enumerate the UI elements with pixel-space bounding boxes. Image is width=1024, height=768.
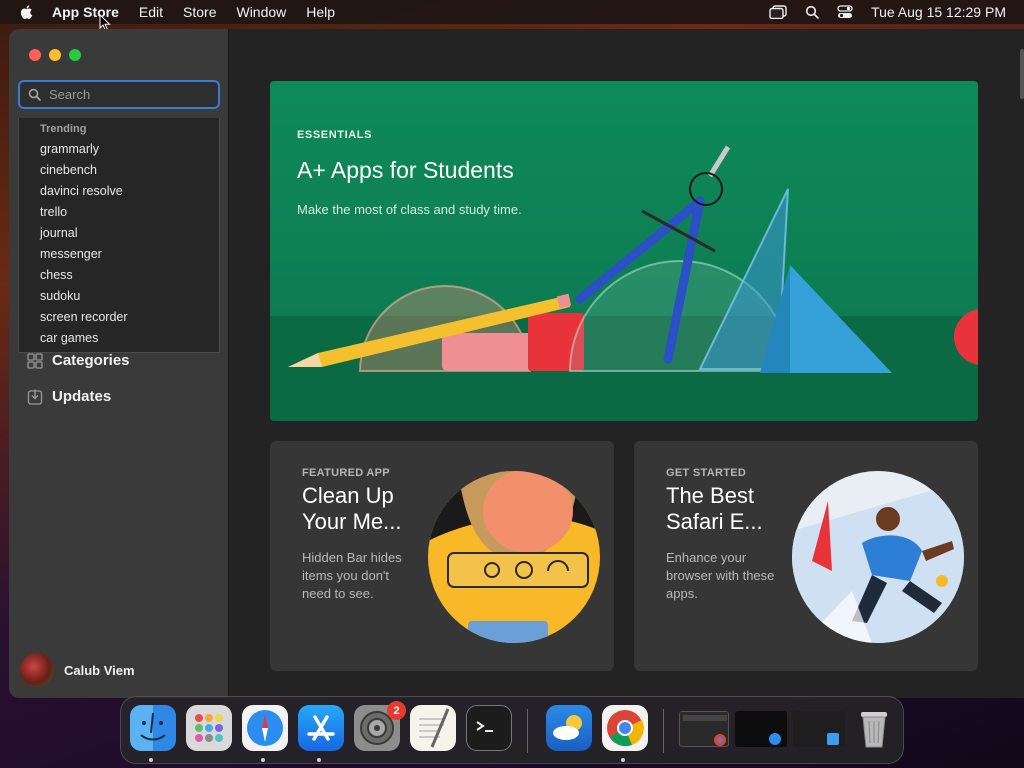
suggestion-item[interactable]: journal bbox=[19, 223, 219, 244]
finder-window-thumbnail[interactable] bbox=[793, 711, 845, 747]
suggestions-heading: Trending bbox=[40, 123, 87, 135]
suggestion-item[interactable]: trello bbox=[19, 202, 219, 223]
menu-window[interactable]: Window bbox=[236, 4, 286, 20]
hero-title: A+ Apps for Students bbox=[297, 157, 514, 183]
dock-separator bbox=[527, 709, 528, 753]
user-name: Calub Viem bbox=[64, 662, 135, 678]
grid-icon bbox=[27, 352, 43, 369]
hero-subtitle: Make the most of class and study time. bbox=[297, 202, 522, 217]
suggestion-item[interactable]: davinci resolve bbox=[19, 181, 219, 202]
card-description: Hidden Bar hides items you don't need to… bbox=[302, 550, 402, 601]
window-controls bbox=[29, 49, 89, 61]
suggestion-item[interactable]: car games bbox=[19, 328, 219, 349]
hero-illustration bbox=[270, 145, 978, 421]
sidebar-item-label: Updates bbox=[52, 388, 112, 405]
launchpad-icon[interactable] bbox=[186, 705, 232, 751]
dark-window-thumbnail[interactable] bbox=[735, 711, 787, 747]
hero-kicker: ESSENTIALS bbox=[297, 129, 373, 141]
card-artwork bbox=[792, 471, 964, 643]
card-description: Enhance your browser with these apps. bbox=[666, 550, 775, 601]
notification-badge: 2 bbox=[387, 701, 406, 720]
minimize-window-button[interactable] bbox=[49, 49, 61, 61]
suggestion-item[interactable]: screen recorder bbox=[19, 307, 219, 328]
search-suggestions-dropdown: Trending grammarly cinebench davinci res… bbox=[18, 118, 220, 353]
suggestion-item[interactable]: sudoku bbox=[19, 286, 219, 307]
trash-icon[interactable] bbox=[851, 705, 897, 751]
card-artwork bbox=[428, 471, 600, 643]
card-kicker: FEATURED APP bbox=[302, 467, 390, 479]
menu-help[interactable]: Help bbox=[306, 4, 335, 20]
account-button[interactable]: Calub Viem bbox=[20, 653, 135, 687]
control-center-icon[interactable] bbox=[837, 5, 853, 19]
safari-icon[interactable] bbox=[242, 705, 288, 751]
spotlight-search-icon[interactable] bbox=[805, 5, 819, 19]
card-title: Clean Up Your Me... bbox=[302, 483, 402, 534]
sidebar-item-categories[interactable]: Categories bbox=[27, 352, 130, 369]
scrollbar[interactable] bbox=[1020, 49, 1024, 99]
weather-icon[interactable] bbox=[546, 705, 592, 751]
app-store-window: Trending grammarly cinebench davinci res… bbox=[9, 29, 1024, 698]
running-indicator bbox=[621, 758, 625, 762]
menu-clock[interactable]: Tue Aug 15 12:29 PM bbox=[871, 4, 1006, 20]
dock: 2 bbox=[120, 696, 904, 764]
stage-manager-icon[interactable] bbox=[769, 5, 787, 19]
close-window-button[interactable] bbox=[29, 49, 41, 61]
system-settings-icon[interactable]: 2 bbox=[354, 701, 406, 751]
hero-banner[interactable]: ESSENTIALS A+ Apps for Students Make the… bbox=[270, 81, 978, 421]
apple-menu-icon[interactable] bbox=[18, 3, 36, 21]
zoom-window-button[interactable] bbox=[69, 49, 81, 61]
suggestion-item[interactable]: grammarly bbox=[19, 139, 219, 160]
updates-icon bbox=[27, 389, 43, 405]
running-indicator bbox=[317, 758, 321, 762]
dock-separator bbox=[663, 709, 664, 753]
menu-edit[interactable]: Edit bbox=[139, 4, 163, 20]
sidebar-item-updates[interactable]: Updates bbox=[27, 388, 111, 405]
running-indicator bbox=[149, 758, 153, 762]
chrome-window-thumbnail[interactable] bbox=[679, 711, 729, 747]
card-title: The Best Safari E... bbox=[666, 483, 763, 534]
terminal-icon[interactable] bbox=[466, 705, 512, 751]
featured-app-card[interactable]: FEATURED APP Clean Up Your Me... Hidden … bbox=[270, 441, 614, 671]
discover-content: ESSENTIALS A+ Apps for Students Make the… bbox=[230, 29, 1024, 698]
chrome-icon[interactable] bbox=[602, 705, 648, 751]
search-icon bbox=[28, 88, 41, 101]
get-started-card[interactable]: GET STARTED The Best Safari E... Enhance… bbox=[634, 441, 978, 671]
textedit-icon[interactable] bbox=[410, 705, 456, 751]
menu-store[interactable]: Store bbox=[183, 4, 216, 20]
suggestion-item[interactable]: cinebench bbox=[19, 160, 219, 181]
running-indicator bbox=[261, 758, 265, 762]
sidebar: Trending grammarly cinebench davinci res… bbox=[9, 29, 229, 698]
search-field[interactable] bbox=[18, 80, 220, 109]
suggestion-item[interactable]: messenger bbox=[19, 244, 219, 265]
sidebar-item-label: Categories bbox=[52, 352, 130, 369]
app-store-icon[interactable] bbox=[298, 705, 344, 751]
avatar bbox=[20, 653, 54, 687]
search-input[interactable] bbox=[49, 87, 199, 102]
suggestion-item[interactable]: chess bbox=[19, 265, 219, 286]
menu-bar: App Store Edit Store Window Help Tue Aug… bbox=[0, 0, 1024, 24]
card-kicker: GET STARTED bbox=[666, 467, 747, 479]
finder-icon[interactable] bbox=[130, 705, 176, 751]
